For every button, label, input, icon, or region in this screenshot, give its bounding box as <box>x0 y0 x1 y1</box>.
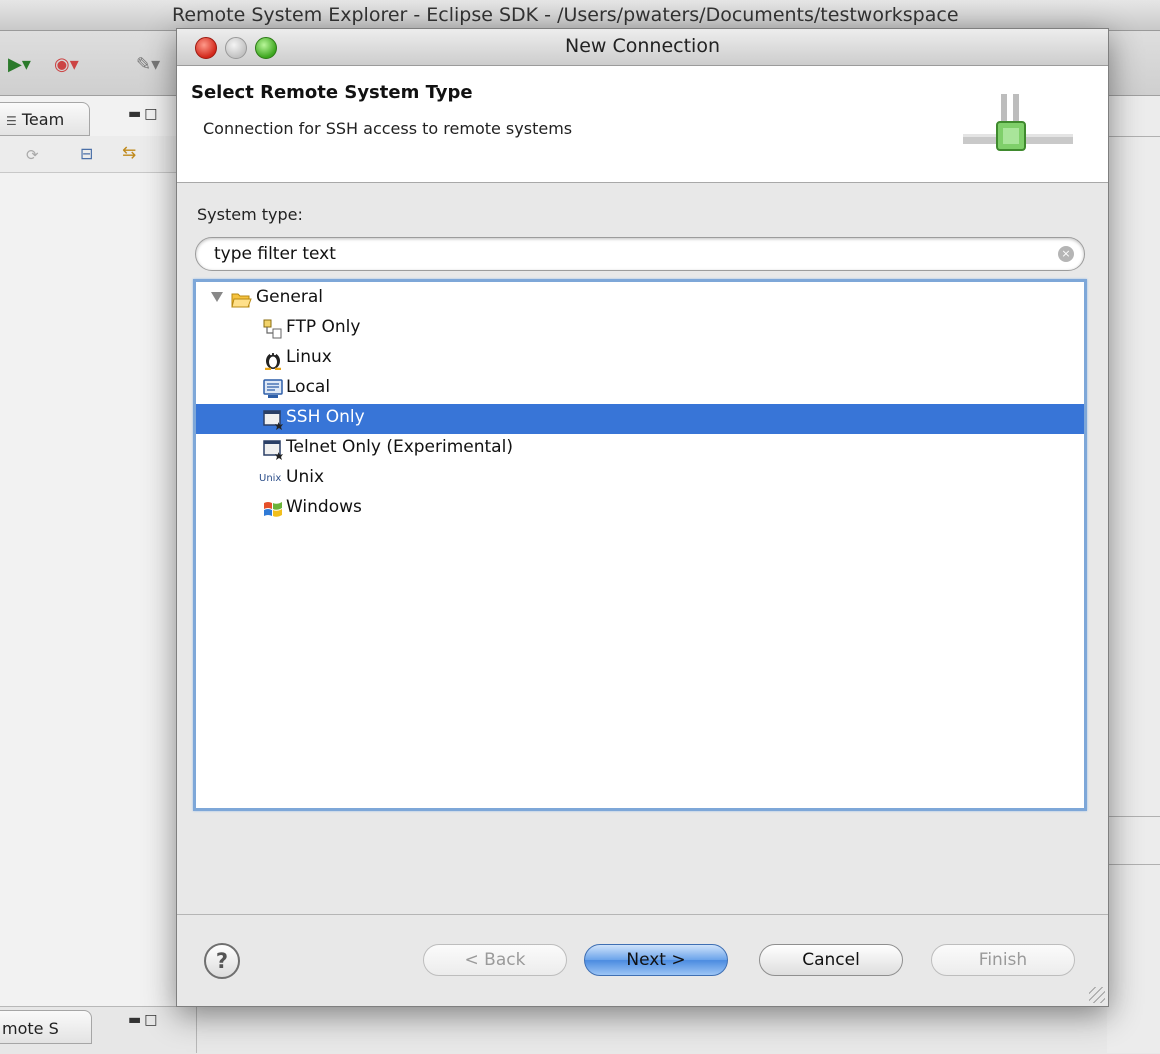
link-editor-icon[interactable]: ⇆ <box>122 143 136 163</box>
system-type-label: System type: <box>197 205 303 224</box>
system-type-tree[interactable]: General FTP Only Linux Local SSH Only Te… <box>193 279 1087 811</box>
finish-button[interactable]: Finish <box>931 944 1075 976</box>
ssh-terminal-icon <box>263 410 283 430</box>
dialog-title: New Connection <box>565 35 720 57</box>
run-icon[interactable]: ▶▾ <box>8 54 31 75</box>
help-button[interactable]: ? <box>204 943 240 979</box>
footer-separator <box>177 914 1108 915</box>
tree-item-label: Unix <box>286 467 325 487</box>
windows-logo-icon <box>264 502 282 517</box>
pin-icon[interactable]: ✎▾ <box>136 54 160 75</box>
tree-item-windows[interactable]: Windows <box>196 494 1084 524</box>
tree-group-label: General <box>256 287 323 307</box>
help-icon: ? <box>215 949 229 973</box>
filter-input[interactable] <box>214 243 1034 265</box>
tree-item-ssh-only[interactable]: SSH Only <box>196 404 1084 434</box>
tree-group-general[interactable]: General <box>196 284 1084 314</box>
right-view-pane <box>1107 96 1160 1053</box>
debug-icon[interactable]: ◉▾ <box>54 54 79 75</box>
dialog-title-bar: New Connection <box>177 29 1108 66</box>
cancel-button[interactable]: Cancel <box>759 944 903 976</box>
tree-item-telnet-only[interactable]: Telnet Only (Experimental) <box>196 434 1084 464</box>
pane-divider <box>1107 864 1160 865</box>
left-view-pane <box>0 96 197 1053</box>
wizard-page-description: Connection for SSH access to remote syst… <box>203 119 573 138</box>
team-icon: ☰ <box>6 114 17 128</box>
pane-divider <box>1107 136 1160 137</box>
minimize-maximize-icons[interactable]: ▬□ <box>128 106 160 122</box>
wizard-page-title: Select Remote System Type <box>191 82 473 103</box>
tree-item-label: Windows <box>286 497 362 517</box>
tree-item-label: Linux <box>286 347 332 367</box>
team-view-tab[interactable]: ☰ Team <box>0 102 90 136</box>
resize-grip-icon[interactable] <box>1089 987 1105 1003</box>
local-monitor-icon <box>263 379 283 398</box>
expand-triangle-icon[interactable] <box>211 292 223 302</box>
telnet-terminal-icon <box>263 440 283 460</box>
tree-item-unix[interactable]: Unix Unix <box>196 464 1084 494</box>
tree-item-ftp-only[interactable]: FTP Only <box>196 314 1084 344</box>
tree-item-label: Telnet Only (Experimental) <box>286 437 513 457</box>
wizard-banner: Select Remote System Type Connection for… <box>177 66 1108 183</box>
folder-open-icon <box>231 293 252 308</box>
filter-field[interactable]: × <box>195 237 1085 271</box>
eclipse-window-title: Remote System Explorer - Eclipse SDK - /… <box>172 4 959 26</box>
remote-systems-tab[interactable]: mote S <box>0 1010 92 1044</box>
collapse-all-icon[interactable]: ⊟ <box>80 144 93 163</box>
team-tab-label: Team <box>21 110 65 129</box>
bottom-minimize-maximize-icons[interactable]: ▬□ <box>128 1012 160 1028</box>
ftp-icon <box>263 319 282 339</box>
tree-item-label: FTP Only <box>286 317 361 337</box>
clear-filter-icon[interactable]: × <box>1058 246 1074 262</box>
new-connection-dialog: New Connection Select Remote System Type… <box>176 28 1109 1007</box>
tree-item-label: Local <box>286 377 331 397</box>
next-button[interactable]: Next > <box>584 944 728 976</box>
back-button[interactable]: < Back <box>423 944 567 976</box>
network-connection-icon <box>963 94 1073 151</box>
remote-systems-tab-label: mote S <box>2 1019 59 1038</box>
unix-text-icon: Unix <box>259 473 282 484</box>
eclipse-title-bar: Remote System Explorer - Eclipse SDK - /… <box>0 0 1160 31</box>
tree-item-local[interactable]: Local <box>196 374 1084 404</box>
tree-item-label: SSH Only <box>286 407 365 427</box>
pane-divider <box>1107 816 1160 817</box>
linux-penguin-icon <box>265 352 281 370</box>
refresh-icon[interactable]: ⟳ <box>26 146 39 164</box>
tree-item-linux[interactable]: Linux <box>196 344 1084 374</box>
